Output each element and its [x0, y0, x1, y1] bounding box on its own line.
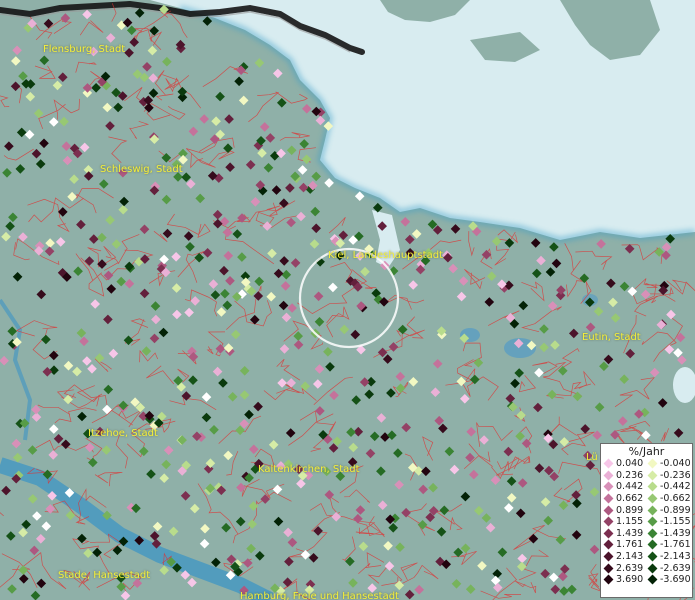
legend-value: -0.040 — [660, 458, 691, 470]
legend-row: 0.236 — [603, 469, 648, 482]
legend-value: 0.236 — [616, 469, 644, 481]
legend-value: -1.439 — [660, 527, 691, 539]
legend-swatch-icon — [603, 505, 614, 516]
legend-swatch-icon — [603, 493, 614, 504]
legend-value: -1.155 — [660, 516, 691, 528]
legend-value: 1.155 — [616, 516, 644, 528]
legend-swatch-icon — [647, 574, 658, 585]
map-view[interactable]: Flensburg, Stadt Schleswig, Stadt Kiel, … — [0, 0, 695, 600]
legend-row: -1.439 — [647, 527, 692, 540]
legend-row: 2.143 — [603, 551, 648, 563]
legend-row: 1.155 — [603, 516, 648, 528]
legend-row: -0.236 — [647, 469, 692, 482]
legend-row: 1.761 — [603, 539, 648, 551]
legend-row: -2.639 — [647, 562, 692, 574]
legend-swatch-icon — [647, 470, 658, 481]
legend-swatch-icon — [647, 528, 658, 539]
city-label-kiel: Kiel, Landeshauptstadt — [328, 250, 443, 261]
legend-row: -0.899 — [647, 504, 692, 516]
legend-value: 2.639 — [616, 562, 644, 574]
legend-value: 0.662 — [616, 493, 644, 505]
legend-swatch-icon — [647, 505, 658, 516]
legend-value: -3.690 — [660, 574, 691, 586]
legend-row: -0.442 — [647, 481, 692, 493]
city-label-flensburg: Flensburg, Stadt — [43, 44, 126, 55]
legend-value: 0.040 — [616, 458, 644, 470]
legend-value: -0.442 — [660, 481, 691, 493]
legend-row: -3.690 — [647, 574, 692, 586]
legend-row: 1.439 — [603, 527, 648, 540]
legend-value: -2.639 — [660, 562, 691, 574]
legend-value: -1.761 — [660, 539, 691, 551]
map-basemap — [0, 0, 695, 600]
city-label-luebeck: Lü — [586, 452, 598, 463]
legend-swatch-icon — [603, 516, 614, 527]
legend-row: 2.639 — [603, 562, 648, 574]
legend-swatch-icon — [603, 551, 614, 562]
legend-row: -0.662 — [647, 493, 692, 505]
legend-row: 3.690 — [603, 574, 648, 586]
city-label-kaltenkirchen: Kaltenkirchen, Stadt — [258, 464, 360, 475]
legend-value: -0.236 — [660, 469, 691, 481]
legend-value: 2.143 — [616, 551, 644, 563]
legend-value: 3.690 — [616, 574, 644, 586]
legend-row: 0.442 — [603, 481, 648, 493]
legend-swatch-icon — [603, 574, 614, 585]
legend-swatch-icon — [647, 551, 658, 562]
legend-swatch-icon — [647, 516, 658, 527]
legend-value: -0.899 — [660, 504, 691, 516]
legend-swatch-icon — [647, 493, 658, 504]
legend-swatch-icon — [647, 482, 658, 492]
legend-row: 0.899 — [603, 504, 648, 516]
legend-value: -2.143 — [660, 551, 691, 563]
legend-negative-column: -0.040 -0.236 -0.442 -0.662 -0.899 -1.155 -1.4… — [647, 458, 692, 586]
legend-value: 1.761 — [616, 539, 644, 551]
legend-swatch-icon — [603, 458, 614, 469]
legend-row: -0.040 — [647, 458, 692, 470]
legend-swatch-icon — [647, 563, 658, 574]
legend-value: 0.442 — [616, 481, 644, 493]
legend-row: -2.143 — [647, 551, 692, 563]
legend-swatch-icon — [603, 528, 614, 539]
legend-value: -0.662 — [660, 493, 691, 505]
legend-value: 0.899 — [616, 504, 644, 516]
legend-row: -1.155 — [647, 516, 692, 528]
legend-swatch-icon — [647, 540, 658, 550]
city-label-stade: Stade, Hansestadt — [58, 570, 151, 581]
legend-swatch-icon — [603, 563, 614, 574]
city-label-hamburg: Hamburg, Freie und Hansestadt — [240, 591, 399, 600]
legend-title: %/Jahr — [628, 445, 665, 458]
city-label-itzehoe: Itzehoe, Stadt — [88, 428, 158, 439]
city-label-eutin: Eutin, Stadt — [582, 332, 641, 343]
legend-swatch-icon — [603, 540, 614, 550]
legend-value: 1.439 — [616, 527, 644, 539]
city-label-schleswig: Schleswig, Stadt — [100, 164, 183, 175]
legend-row: -1.761 — [647, 539, 692, 551]
legend-swatch-icon — [603, 470, 614, 481]
legend: %/Jahr 0.040 0.236 0.442 0.662 0.899 1.155 1.4… — [600, 443, 693, 598]
legend-swatch-icon — [603, 482, 614, 492]
legend-swatch-icon — [647, 458, 658, 469]
legend-row: 0.040 — [603, 458, 648, 470]
legend-row: 0.662 — [603, 493, 648, 505]
legend-positive-column: 0.040 0.236 0.442 0.662 0.899 1.155 1.439 1.761… — [603, 458, 648, 586]
